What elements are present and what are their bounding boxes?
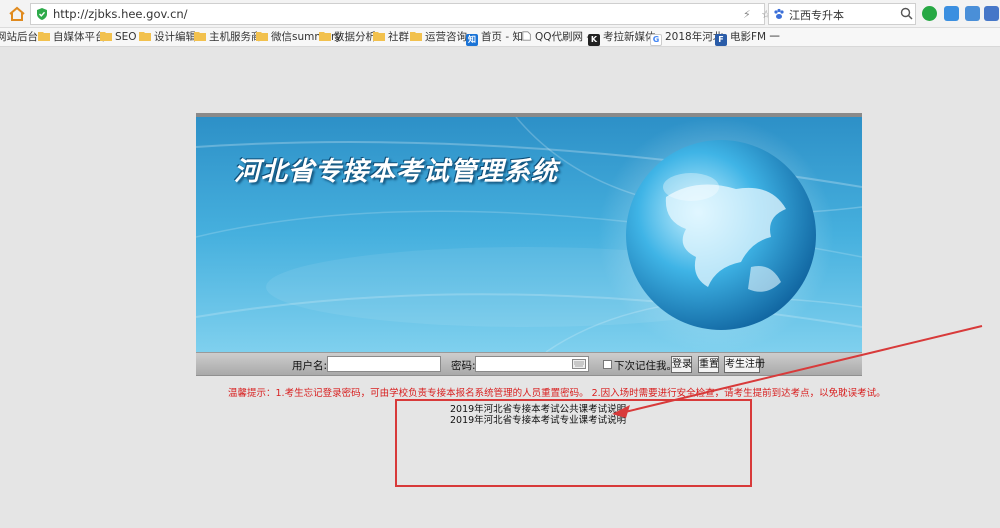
bookmark-label: 首页 - 知: [481, 31, 523, 43]
bookmark-label: QQ代刷网 -: [535, 31, 591, 43]
bookmark-label: 电影FM 一: [730, 31, 780, 43]
bookmark-item[interactable]: 运营咨询: [410, 31, 467, 44]
bookmark-item[interactable]: 社群: [373, 31, 409, 44]
notice-tip: 温馨提示：1.考生忘记登录密码，可由学校负责专接本报名系统管理的人员重置密码。 …: [228, 388, 886, 399]
translate-extension-icon[interactable]: [944, 6, 959, 21]
bookmark-label: 运营咨询: [425, 31, 467, 43]
password-label: 密码:: [451, 360, 476, 372]
login-form: 用户名: 密码: 下次记住我。 登录 重置 考生注册: [196, 352, 862, 376]
folder-icon: [38, 32, 50, 41]
register-button[interactable]: 考生注册: [724, 356, 765, 373]
password-input[interactable]: [475, 356, 589, 372]
bookmark-item[interactable]: 主机服务商: [194, 31, 262, 44]
zhihu-icon: 知: [466, 34, 478, 46]
bookmark-item[interactable]: G 2018年河北: [650, 31, 723, 46]
baidu-paw-icon: [774, 8, 784, 19]
login-button[interactable]: 登录: [671, 356, 692, 373]
shield-icon: [37, 8, 47, 20]
folder-icon: [410, 32, 422, 41]
menu-extension-icon[interactable]: [984, 6, 999, 21]
banner-title: 河北省专接本考试管理系统: [234, 157, 559, 187]
bookmark-label: 社群: [388, 31, 409, 43]
page-icon: [522, 31, 531, 41]
url-text[interactable]: http://zjbks.hee.gov.cn/: [53, 7, 188, 21]
lightning-icon[interactable]: ⚡: [743, 8, 751, 21]
bookmarks-bar: 网站后台 自媒体平台 SEO 设计编辑 主机服务商 微信summary 数据分析…: [0, 28, 1000, 47]
system-banner: 河北省专接本考试管理系统: [196, 117, 862, 352]
username-input[interactable]: [327, 356, 441, 372]
puzzle-extension-icon[interactable]: [965, 6, 980, 21]
address-bar[interactable]: http://zjbks.hee.gov.cn/ ⚡ ☆ ▾: [30, 3, 787, 25]
browser-toolbar: http://zjbks.hee.gov.cn/ ⚡ ☆ ▾ 江西专升本: [0, 0, 1000, 28]
bookmark-item[interactable]: SEO: [100, 31, 137, 44]
bookmark-item[interactable]: QQ代刷网 -: [522, 31, 590, 44]
bookmark-label: 自媒体平台: [53, 31, 106, 43]
bookmark-item[interactable]: 数据分析: [319, 31, 376, 44]
folder-icon: [319, 32, 331, 41]
username-label: 用户名:: [292, 360, 328, 372]
bookmark-label: 数据分析: [334, 31, 376, 43]
bookmark-label: 网站后台: [0, 31, 38, 43]
bookmark-item[interactable]: F 电影FM 一: [715, 31, 780, 46]
search-input[interactable]: 江西专升本: [789, 7, 844, 23]
folder-icon: [139, 32, 151, 41]
page-content: 河北省专接本考试管理系统 用户名: 密码: 下次记住我。 登录 重置 考生注册 …: [0, 47, 1000, 528]
bookmark-item[interactable]: 自媒体平台: [38, 31, 106, 44]
search-box[interactable]: 江西专升本: [768, 3, 916, 25]
bookmark-label: SEO: [115, 31, 137, 43]
folder-icon: [100, 32, 112, 41]
bookmark-label: 考拉新媒体: [603, 31, 656, 43]
bookmark-item[interactable]: 知首页 - 知: [466, 31, 523, 46]
bookmark-label: 微信: [271, 31, 292, 43]
keyboard-icon[interactable]: [572, 359, 586, 369]
folder-icon: [194, 32, 206, 41]
remember-me-checkbox[interactable]: [603, 360, 612, 369]
folder-icon: [373, 32, 385, 41]
bookmark-item[interactable]: K 考拉新媒体: [588, 31, 656, 46]
bookmark-item[interactable]: 网站后台: [0, 31, 38, 44]
home-icon[interactable]: [8, 5, 26, 23]
reset-button[interactable]: 重置: [698, 356, 719, 373]
google-icon: G: [650, 34, 662, 46]
annotation-box: [395, 399, 752, 487]
bookmark-item[interactable]: 设计编辑: [139, 31, 196, 44]
bookmark-label: 设计编辑: [154, 31, 196, 43]
koala-icon: K: [588, 34, 600, 46]
bookmark-label: 主机服务商: [209, 31, 262, 43]
folder-icon: [256, 32, 268, 41]
search-icon[interactable]: [900, 7, 913, 20]
remember-me-label: 下次记住我。: [614, 360, 677, 372]
fm-icon: F: [715, 34, 727, 46]
check-extension-icon[interactable]: [922, 6, 937, 21]
